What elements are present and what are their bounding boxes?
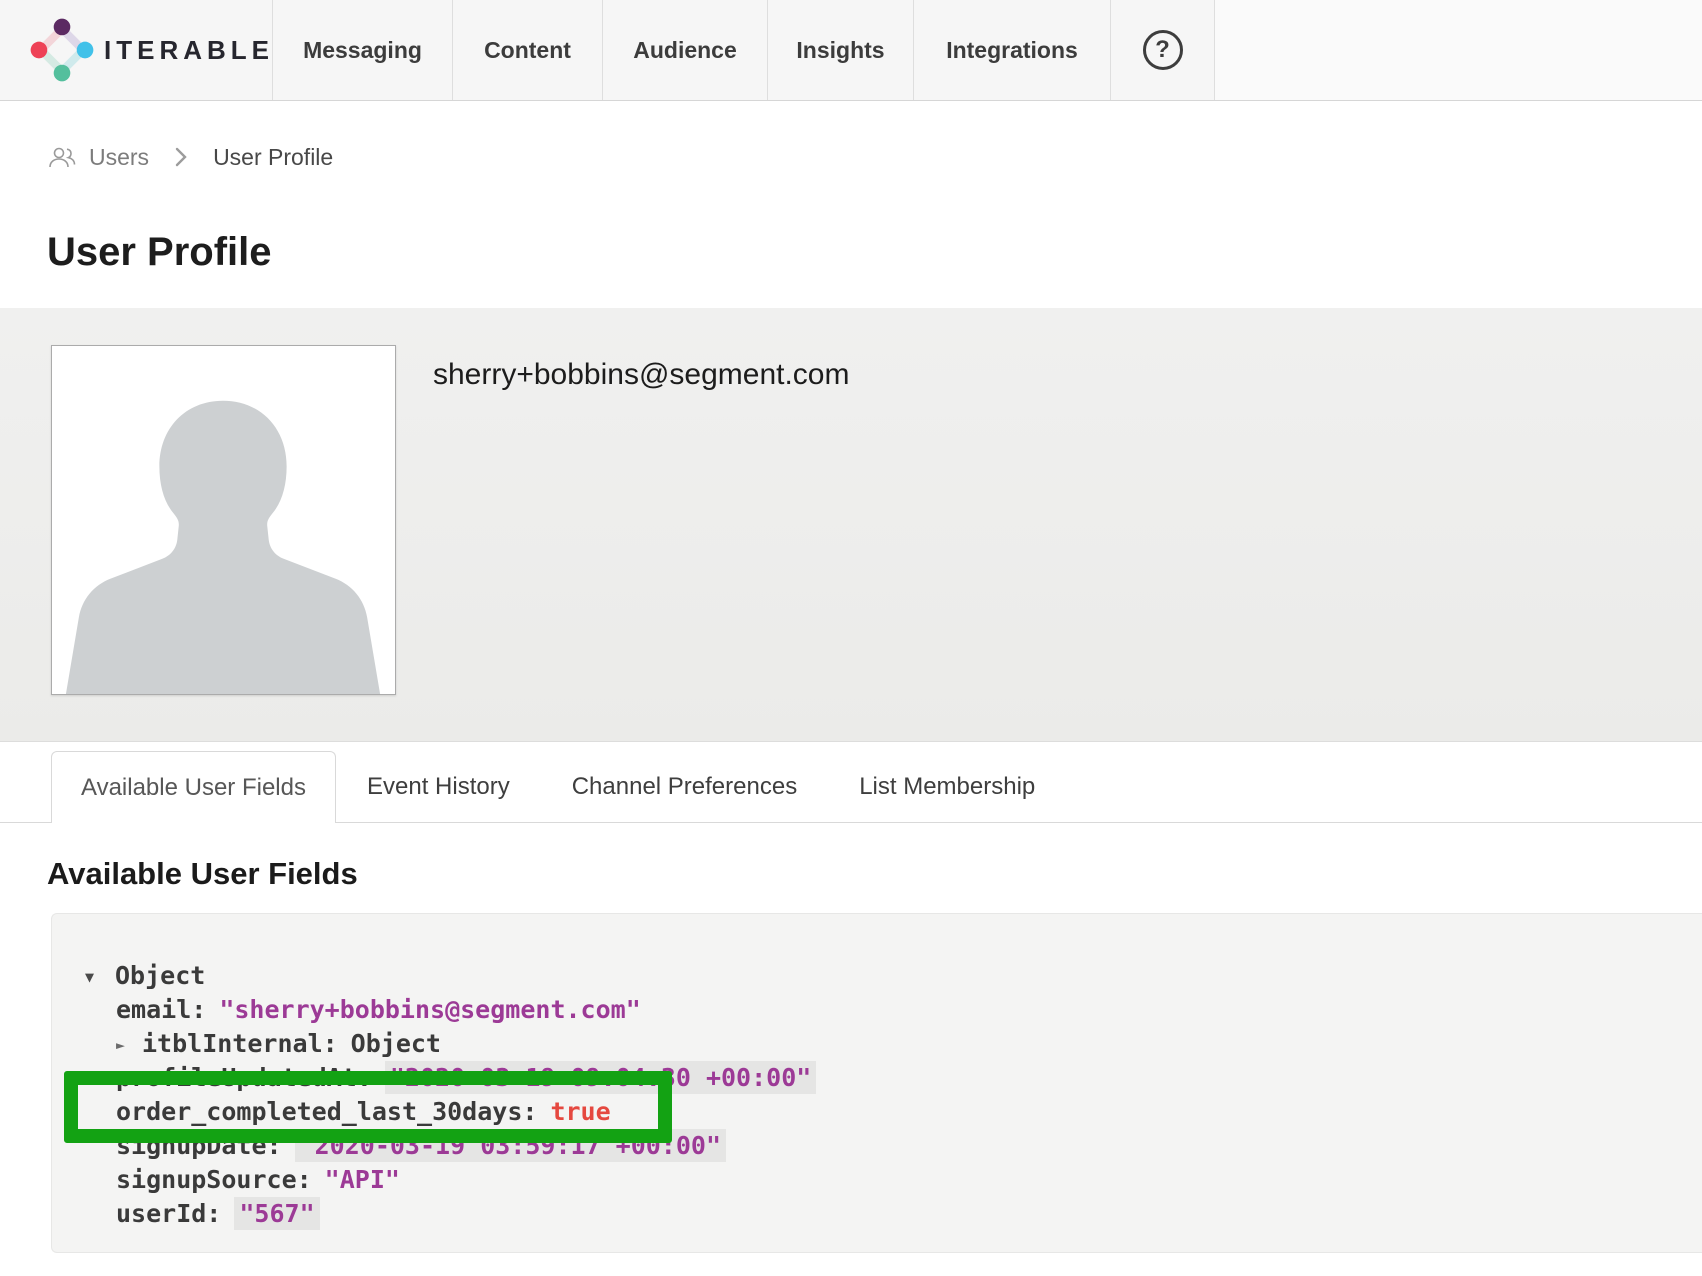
field-value: "API" xyxy=(325,1165,400,1194)
tree-row-profileupdatedat: profileUpdatedAt: "2020-03-19 09:04:30 +0… xyxy=(85,1061,1702,1095)
tree-row-signupsource: signupSource: "API" xyxy=(85,1163,1702,1197)
nav-spacer xyxy=(1215,0,1702,100)
field-key: signupDate: xyxy=(116,1131,282,1160)
page-title: User Profile xyxy=(47,228,1702,276)
brand-name: ITERABLE xyxy=(104,35,274,66)
tree-root-row: ▼Object xyxy=(85,959,1702,993)
tree-row-userid: userId: "567" xyxy=(85,1197,1702,1231)
iterable-logo[interactable]: ITERABLE xyxy=(0,0,273,100)
field-key: order_completed_last_30days: xyxy=(116,1097,537,1126)
nav-item-insights[interactable]: Insights xyxy=(768,0,914,100)
iterable-logo-icon xyxy=(30,18,94,82)
profile-summary-band: sherry+bobbins@segment.com xyxy=(0,308,1702,742)
field-value: "567" xyxy=(234,1197,319,1230)
nav-item-content[interactable]: Content xyxy=(453,0,603,100)
tree-row-order-completed: order_completed_last_30days: true xyxy=(85,1095,1702,1129)
field-key: signupSource: xyxy=(116,1165,312,1194)
collapsed-triangle-icon[interactable]: ► xyxy=(116,1028,142,1062)
profile-tabs: Available User Fields Event History Chan… xyxy=(0,751,1702,823)
tab-list-membership[interactable]: List Membership xyxy=(828,751,1066,823)
user-email: sherry+bobbins@segment.com xyxy=(433,358,849,392)
user-fields-panel: ▼Object email:"sherry+bobbins@segment.co… xyxy=(51,913,1702,1253)
nav-item-messaging[interactable]: Messaging xyxy=(273,0,453,100)
tree-row-signupdate: signupDate: "2020-03-19 03:59:17 +00:00" xyxy=(85,1129,1702,1163)
nav-item-integrations[interactable]: Integrations xyxy=(914,0,1111,100)
field-value: "2020-03-19 09:04:30 +00:00" xyxy=(385,1061,816,1094)
tree-row-itblinternal: ►itblInternal: Object xyxy=(85,1027,1702,1061)
help-icon[interactable]: ? xyxy=(1143,30,1183,70)
field-value: "sherry+bobbins@segment.com" xyxy=(219,995,640,1024)
field-key: userId: xyxy=(116,1199,221,1228)
field-key: email: xyxy=(116,995,206,1024)
top-nav: ITERABLE Messaging Content Audience Insi… xyxy=(0,0,1702,101)
field-value: "2020-03-19 03:59:17 +00:00" xyxy=(295,1129,726,1162)
tree-root-label: Object xyxy=(115,961,205,990)
tab-event-history[interactable]: Event History xyxy=(336,751,541,823)
section-heading: Available User Fields xyxy=(47,856,1702,892)
breadcrumb: Users User Profile xyxy=(47,142,1702,172)
field-value: true xyxy=(550,1097,610,1126)
tab-channel-preferences[interactable]: Channel Preferences xyxy=(541,751,828,823)
breadcrumb-current-label: User Profile xyxy=(213,144,333,171)
users-icon xyxy=(47,145,79,169)
expanded-triangle-icon[interactable]: ▼ xyxy=(85,960,115,994)
field-value: Object xyxy=(351,1029,441,1058)
nav-item-audience[interactable]: Audience xyxy=(603,0,768,100)
field-key: itblInternal: xyxy=(142,1029,338,1058)
avatar xyxy=(51,345,396,695)
field-key: profileUpdatedAt: xyxy=(116,1063,372,1092)
breadcrumb-parent-label: Users xyxy=(89,144,149,171)
tree-row-email: email: "sherry+bobbins@segment.com" xyxy=(85,993,1702,1027)
nav-help-cell: ? xyxy=(1111,0,1215,100)
avatar-placeholder-silhouette xyxy=(52,346,395,694)
breadcrumb-users-link[interactable]: Users xyxy=(47,144,149,171)
chevron-right-icon xyxy=(175,147,187,167)
tab-available-user-fields[interactable]: Available User Fields xyxy=(51,751,336,823)
